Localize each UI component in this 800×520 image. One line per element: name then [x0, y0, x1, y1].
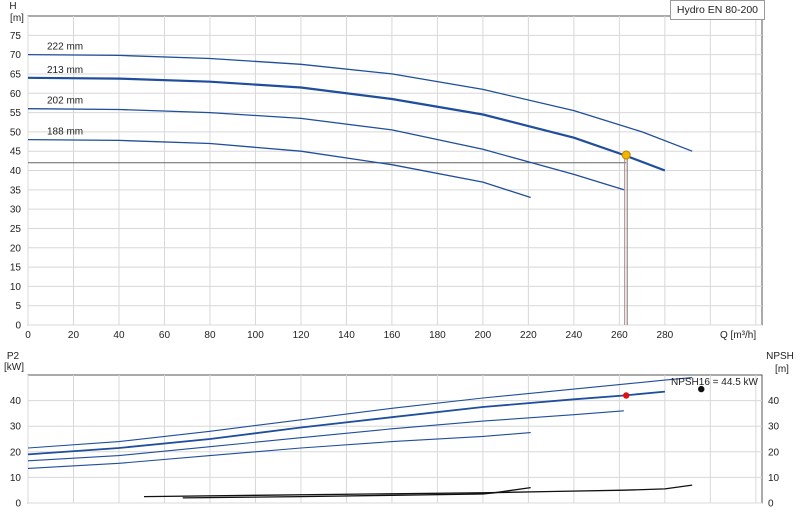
power-duty-point [622, 392, 630, 399]
p2-axis-label: P2 [7, 351, 20, 362]
p2-tick-label: 10 [10, 473, 22, 484]
y-tick-label: 20 [10, 243, 22, 254]
p2-tick-label: 20 [10, 447, 22, 458]
p2-tick-label: 0 [15, 499, 21, 510]
legend-box: Hydro EN 80-200 [669, 0, 765, 20]
y-tick-label: 45 [10, 147, 22, 158]
x-tick-label: 20 [68, 330, 80, 341]
x-tick-label: 100 [247, 330, 264, 341]
y-tick-label: 50 [10, 127, 22, 138]
y-tick-label: 25 [10, 224, 22, 235]
y-tick-label: 55 [10, 108, 22, 119]
x-tick-label: 120 [293, 330, 310, 341]
x-tick-label: 60 [159, 330, 171, 341]
x-tick-label: 240 [566, 330, 583, 341]
x-tick-label: 200 [475, 330, 492, 341]
duty-point-marker [621, 150, 631, 160]
npsh-tick-label: 20 [768, 447, 780, 458]
x-tick-label: 180 [429, 330, 446, 341]
x-tick-label: 280 [657, 330, 674, 341]
y-tick-label: 0 [15, 321, 21, 332]
y-axis-unit: [m] [10, 13, 24, 24]
curve-label: 213 mm [47, 65, 83, 76]
curve-label: 202 mm [47, 96, 83, 107]
x-tick-label: 40 [113, 330, 125, 341]
x-tick-label: 220 [520, 330, 537, 341]
x-tick-label: 140 [338, 330, 355, 341]
p2-axis-unit: [kW] [4, 362, 24, 373]
y-axis-label: H [9, 1, 16, 12]
curve-label: 222 mm [47, 42, 83, 53]
curve-label: 188 mm [47, 127, 83, 138]
y-tick-label: 10 [10, 282, 22, 293]
y-tick-label: 65 [10, 69, 22, 80]
npsh-axis-unit: [m] [775, 364, 789, 375]
y-tick-label: 60 [10, 89, 22, 100]
p2-tick-label: 40 [10, 396, 22, 407]
y-tick-label: 15 [10, 263, 22, 274]
x-tick-label: 0 [25, 330, 31, 341]
y-tick-label: 5 [15, 301, 21, 312]
y-tick-label: 30 [10, 205, 22, 216]
npsh-tick-label: 0 [768, 499, 774, 510]
npsh-axis-label: NPSH [766, 351, 794, 362]
npsh-tick-label: 40 [768, 396, 780, 407]
p2-tick-label: 30 [10, 422, 22, 433]
y-tick-label: 40 [10, 166, 22, 177]
x-tick-label: 260 [611, 330, 628, 341]
x-tick-label: 160 [384, 330, 401, 341]
npsh-tick-label: 30 [768, 422, 780, 433]
x-tick-label: 80 [204, 330, 216, 341]
x-axis-label: Q [m³/h] [720, 330, 756, 341]
y-tick-label: 75 [10, 31, 22, 42]
y-tick-label: 70 [10, 50, 22, 61]
y-tick-label: 35 [10, 185, 22, 196]
npsh-annotation: NPSH16 = 44.5 kW [671, 377, 759, 388]
pump-performance-chart: 0 20 40 60 80 100 120 140 160 180 200 220 240 260 2800… [4, 1, 794, 510]
npsh-tick-label: 10 [768, 473, 780, 484]
